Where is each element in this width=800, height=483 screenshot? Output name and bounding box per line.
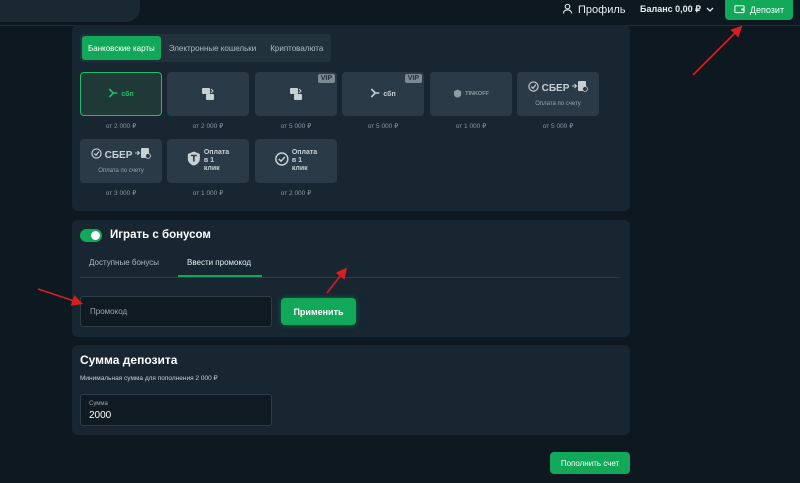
deposit-label: Депозит <box>749 5 785 15</box>
method-card-sbp-vip[interactable]: VIP сбп <box>342 72 424 116</box>
vip-badge: VIP <box>404 74 422 83</box>
sber-logo-text: СБЕР <box>104 149 133 161</box>
tab-e-wallets[interactable]: Электронные кошельки <box>163 36 262 60</box>
tinkoff-logo-icon <box>453 85 462 103</box>
amount-label: Сумма <box>89 401 108 407</box>
one-click-line2: в 1 клик <box>203 157 220 172</box>
active-tab-indicator <box>178 275 262 277</box>
min-amount: от 5 000 ₽ <box>542 123 574 130</box>
tab-crypto[interactable]: Криптовалюта <box>264 36 329 60</box>
top-up-button[interactable]: Пополнить счет <box>550 452 630 474</box>
one-click-line1: Оплата <box>203 149 230 156</box>
method-card-sbp[interactable]: сбп <box>80 72 162 116</box>
one-click-line1: Оплата <box>291 149 318 156</box>
min-amount: от 2 000 ₽ <box>192 123 224 130</box>
bonus-panel: Играть с бонусом Доступные бонусы Ввести… <box>72 220 630 337</box>
method-card-transfer[interactable] <box>167 72 249 116</box>
amount-value: 2000 <box>89 410 112 421</box>
bonus-title: Играть с бонусом <box>110 229 211 241</box>
profile-label: Профиль <box>578 4 626 16</box>
vip-badge: VIP <box>317 74 335 83</box>
min-deposit-text: Минимальная сумма для пополнения 2 000 ₽ <box>80 375 218 382</box>
min-amount: от 5 000 ₽ <box>280 123 312 130</box>
invoice-icon <box>572 79 589 97</box>
one-click-line2: в 1 клик <box>291 157 308 172</box>
amount-field[interactable]: Сумма 2000 <box>80 394 272 426</box>
apply-promo-button[interactable]: Применить <box>281 298 356 325</box>
min-amount: от 2 000 ₽ <box>105 123 137 130</box>
user-icon <box>562 3 573 17</box>
search-area[interactable] <box>0 0 140 22</box>
sber-check-icon <box>90 146 102 164</box>
method-tabs: Банковские карты Электронные кошельки Кр… <box>80 34 332 62</box>
arrow-to-deposit <box>692 25 743 76</box>
min-amount: от 3 000 ₽ <box>105 190 137 197</box>
sbp-logo-icon <box>370 85 380 103</box>
card-transfer-icon <box>289 87 303 101</box>
promo-code-input[interactable] <box>80 296 272 327</box>
invoice-icon <box>135 146 152 164</box>
invoice-subtitle: Оплата по счету <box>98 168 144 174</box>
tab-enter-promo[interactable]: Ввести промокод <box>187 258 251 267</box>
method-card-tinkoff[interactable]: TINKOFF <box>430 72 512 116</box>
method-card-sber-invoice[interactable]: СБЕР Оплата по счету <box>517 72 599 116</box>
sbp-logo-icon <box>108 85 118 103</box>
tab-bank-cards[interactable]: Банковские карты <box>82 36 161 60</box>
profile-link[interactable]: Профиль <box>562 3 626 17</box>
method-card-tbank-one-click[interactable]: Оплата в 1 клик <box>167 139 249 183</box>
divider <box>80 277 620 278</box>
tab-available-bonuses[interactable]: Доступные бонусы <box>89 258 159 267</box>
bonus-toggle[interactable] <box>80 229 102 242</box>
sber-check-icon <box>275 151 289 171</box>
payment-methods-panel: Банковские карты Электронные кошельки Кр… <box>72 25 630 211</box>
card-transfer-icon <box>201 87 215 101</box>
method-card-sber-invoice-2[interactable]: СБЕР Оплата по счету <box>80 139 162 183</box>
balance-dropdown[interactable]: Баланс 0,00 ₽ <box>640 4 714 15</box>
min-amount: от 5 000 ₽ <box>367 123 399 130</box>
sber-check-icon <box>527 79 539 97</box>
deposit-button[interactable]: Депозит <box>725 0 793 20</box>
wallet-icon <box>734 4 745 16</box>
chevron-down-icon <box>706 5 714 15</box>
invoice-subtitle: Оплата по счету <box>535 101 581 107</box>
top-bar: Профиль Баланс 0,00 ₽ Депозит <box>0 0 800 26</box>
min-amount: от 1 000 ₽ <box>455 123 487 130</box>
sbp-logo-text: сбп <box>121 90 134 98</box>
sber-logo-text: СБЕР <box>541 82 570 94</box>
min-amount: от 1 000 ₽ <box>192 190 224 197</box>
balance-label: Баланс 0,00 ₽ <box>640 4 701 14</box>
sbp-logo-text: сбп <box>383 90 396 98</box>
method-card-transfer-vip[interactable]: VIP <box>255 72 337 116</box>
tbank-shield-icon <box>187 151 201 171</box>
min-amount: от 2 000 ₽ <box>280 190 312 197</box>
deposit-sum-title: Сумма депозита <box>80 353 178 367</box>
tinkoff-logo-text: TINKOFF <box>465 91 489 97</box>
deposit-sum-panel: Сумма депозита Минимальная сумма для поп… <box>72 345 630 435</box>
method-card-sber-one-click[interactable]: Оплата в 1 клик <box>255 139 337 183</box>
